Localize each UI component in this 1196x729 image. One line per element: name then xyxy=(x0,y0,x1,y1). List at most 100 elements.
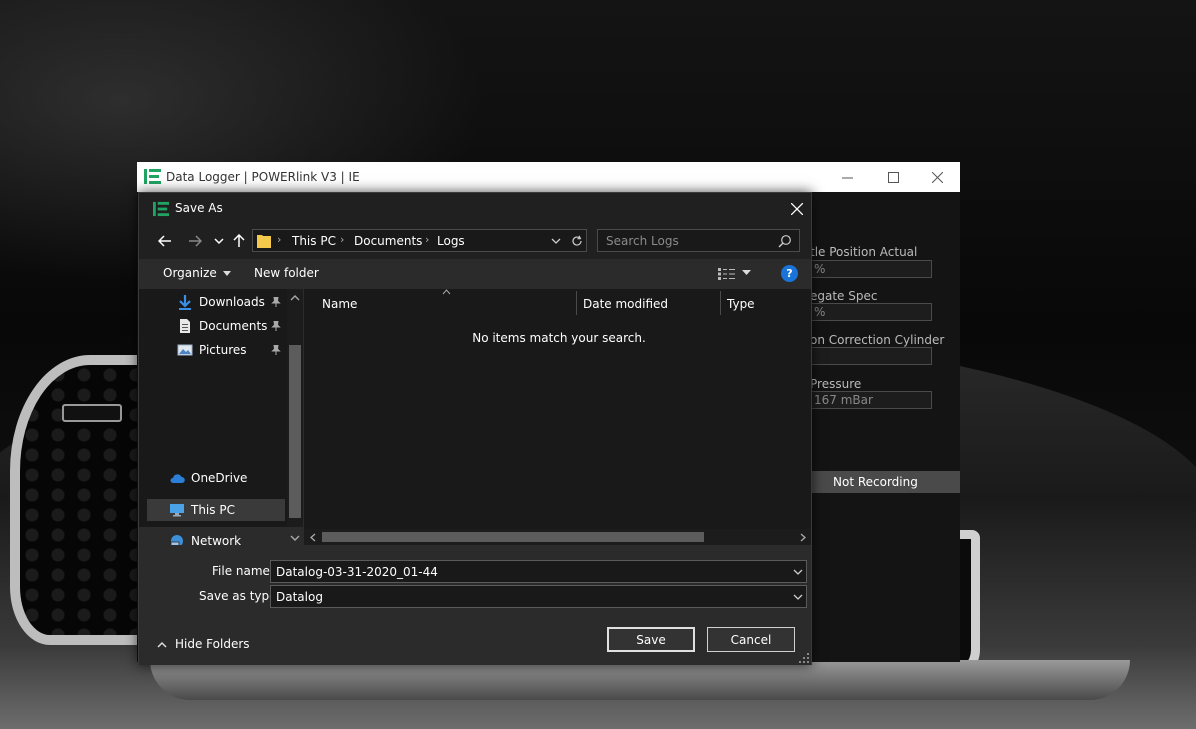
download-arrow-icon xyxy=(179,295,191,310)
cancel-button[interactable]: Cancel xyxy=(707,627,795,652)
hide-folders-label: Hide Folders xyxy=(175,637,250,651)
save-as-type-label: Save as type: xyxy=(199,589,281,603)
refresh-icon[interactable] xyxy=(571,235,583,247)
chevron-down-icon[interactable] xyxy=(793,594,803,600)
folder-icon xyxy=(257,235,271,248)
file-list-pane: Name Date modified Type No items match y… xyxy=(304,289,811,545)
breadcrumb-documents[interactable]: Documents xyxy=(354,234,422,248)
nav-label: Downloads xyxy=(199,295,265,309)
car-front-lip xyxy=(150,660,1130,700)
sort-up-icon xyxy=(442,289,451,295)
close-button[interactable] xyxy=(914,162,960,192)
organize-label: Organize xyxy=(163,266,217,280)
breadcrumb-separator-icon: › xyxy=(425,233,430,246)
sensor-label: egate Spec xyxy=(810,289,878,303)
pin-icon xyxy=(271,297,281,307)
nav-label: OneDrive xyxy=(191,471,248,485)
organize-button[interactable]: Organize xyxy=(163,266,231,280)
save-as-type-value: Datalog xyxy=(276,590,323,604)
pin-icon xyxy=(271,345,281,355)
breadcrumb-this-pc[interactable]: This PC xyxy=(292,234,336,248)
dialog-toolbar: Organize New folder ? xyxy=(139,259,811,289)
nav-item-downloads[interactable]: Downloads xyxy=(177,291,265,313)
chevron-left-icon[interactable] xyxy=(309,533,316,542)
sensor-value: % xyxy=(810,260,932,278)
file-name-field[interactable] xyxy=(270,560,807,583)
navigation-row: › This PC › Documents › Logs xyxy=(139,223,811,259)
maximize-icon xyxy=(887,171,899,183)
dialog-close-button[interactable] xyxy=(785,197,809,221)
save-as-type-select[interactable]: Datalog xyxy=(270,585,807,608)
sensor-value xyxy=(810,347,932,365)
chevron-right-icon[interactable] xyxy=(800,533,807,542)
ie-logo-icon xyxy=(144,169,161,184)
chevron-down-icon xyxy=(214,238,224,245)
navigation-pane: Downloads Documents Pictures OneDrive Th… xyxy=(139,289,303,527)
column-header-name[interactable]: Name xyxy=(322,297,357,311)
column-header-date-modified[interactable]: Date modified xyxy=(583,297,668,311)
arrow-left-icon xyxy=(158,235,171,247)
file-name-input[interactable] xyxy=(272,562,777,581)
horizontal-scrollbar[interactable] xyxy=(304,529,811,545)
address-bar[interactable]: › This PC › Documents › Logs xyxy=(252,229,587,252)
help-icon[interactable]: ? xyxy=(781,265,798,282)
chevron-down-icon[interactable] xyxy=(550,235,562,247)
chevron-down-icon[interactable] xyxy=(742,270,751,276)
chevron-down-icon xyxy=(222,270,231,276)
search-icon[interactable] xyxy=(778,234,792,248)
chevron-down-icon[interactable] xyxy=(793,569,803,575)
minimize-button[interactable] xyxy=(824,162,870,192)
chevron-up-icon[interactable] xyxy=(290,294,300,301)
app-titlebar[interactable]: Data Logger | POWERlink V3 | IE xyxy=(137,162,960,192)
search-box[interactable] xyxy=(597,229,800,252)
ie-logo-icon xyxy=(153,201,169,217)
save-as-dialog: Save As › This PC › Documents › Logs Sea… xyxy=(138,192,812,665)
up-button[interactable] xyxy=(229,231,249,251)
nav-item-pictures[interactable]: Pictures xyxy=(177,339,247,361)
view-details-icon[interactable] xyxy=(718,267,736,281)
nav-scrollbar[interactable] xyxy=(287,289,303,527)
close-icon xyxy=(931,171,943,183)
maximize-button[interactable] xyxy=(870,162,916,192)
hide-folders-toggle[interactable]: Hide Folders xyxy=(157,637,250,651)
horizontal-scroll-thumb[interactable] xyxy=(322,532,704,542)
chevron-down-icon[interactable] xyxy=(290,535,300,542)
search-input[interactable] xyxy=(599,231,769,250)
back-button[interactable] xyxy=(155,231,175,251)
minimize-icon xyxy=(841,177,853,178)
pin-icon xyxy=(271,321,281,331)
empty-folder-message: No items match your search. xyxy=(472,331,646,345)
computer-icon xyxy=(170,504,184,517)
sensor-value: 167 mBar xyxy=(810,391,932,409)
sensor-label: tle Position Actual xyxy=(810,245,918,259)
picture-icon xyxy=(177,344,193,356)
car-badge xyxy=(62,404,122,422)
sensor-label: Pressure xyxy=(810,377,862,391)
column-header-type[interactable]: Type xyxy=(727,297,755,311)
recent-locations-button[interactable] xyxy=(209,231,229,251)
arrow-right-icon xyxy=(189,235,202,247)
sensor-label: on Correction Cylinder xyxy=(810,333,945,347)
nav-item-onedrive[interactable]: OneDrive xyxy=(169,467,247,489)
dialog-titlebar[interactable]: Save As xyxy=(139,193,811,223)
breadcrumb-logs[interactable]: Logs xyxy=(437,234,465,248)
nav-item-this-pc[interactable]: This PC xyxy=(147,499,285,521)
sensor-value: % xyxy=(810,303,932,321)
resize-grip-icon[interactable] xyxy=(799,653,809,663)
nav-scroll-thumb[interactable] xyxy=(289,345,301,518)
arrow-up-icon xyxy=(233,234,245,247)
nav-label: This PC xyxy=(191,503,235,517)
nav-label: Documents xyxy=(199,319,268,333)
nav-item-documents[interactable]: Documents xyxy=(177,315,267,337)
column-divider[interactable] xyxy=(576,291,577,315)
column-divider[interactable] xyxy=(720,291,721,315)
dialog-title: Save As xyxy=(175,201,223,215)
cloud-icon xyxy=(170,474,185,483)
new-folder-button[interactable]: New folder xyxy=(254,266,319,280)
document-icon xyxy=(180,319,190,333)
forward-button[interactable] xyxy=(185,231,205,251)
nav-label: Pictures xyxy=(199,343,247,357)
close-icon xyxy=(791,203,803,215)
dialog-footer: File name: Save as type: Datalog Hide Fo… xyxy=(139,545,811,665)
save-button[interactable]: Save xyxy=(607,627,695,652)
